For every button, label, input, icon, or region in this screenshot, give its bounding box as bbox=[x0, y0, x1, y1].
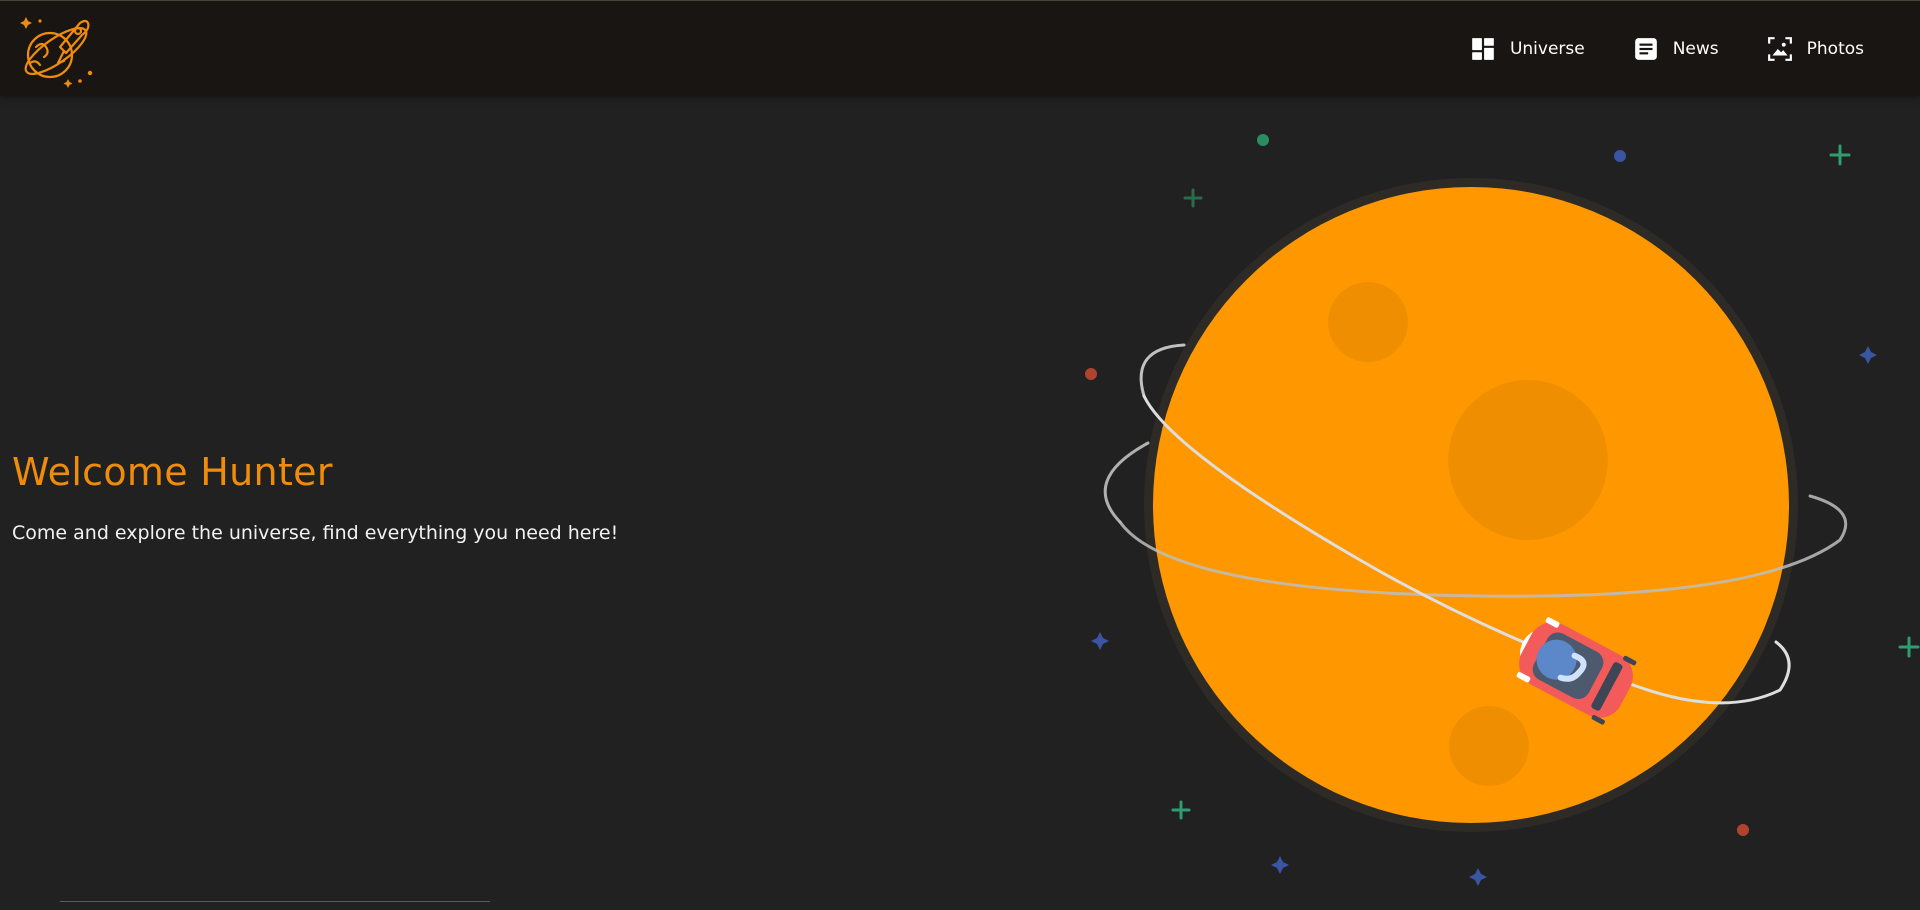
nav-item-universe-label: Universe bbox=[1509, 39, 1585, 59]
nav-item-news[interactable]: News bbox=[1633, 31, 1719, 67]
hero-title: Welcome Hunter bbox=[12, 450, 333, 494]
crater bbox=[1448, 380, 1608, 540]
nav-item-news-label: News bbox=[1672, 39, 1719, 59]
dashboard-icon bbox=[1470, 36, 1496, 62]
article-icon bbox=[1633, 36, 1659, 62]
nav-item-universe[interactable]: Universe bbox=[1470, 31, 1585, 67]
navbar: Universe News Photos bbox=[0, 0, 1920, 96]
planet-illustration bbox=[1060, 110, 1920, 906]
crater bbox=[1449, 706, 1529, 786]
nav-item-photos-label: Photos bbox=[1806, 39, 1864, 59]
hero-subtitle: Come and explore the universe, find ever… bbox=[12, 522, 619, 544]
hero-section: Welcome Hunter Come and explore the univ… bbox=[12, 450, 618, 544]
bottom-divider bbox=[60, 901, 490, 902]
rocket-planet-logo-icon[interactable] bbox=[16, 11, 96, 89]
photo-frame-icon bbox=[1767, 36, 1793, 62]
nav-item-photos[interactable]: Photos bbox=[1767, 31, 1864, 67]
nav-links: Universe News Photos bbox=[1422, 31, 1864, 67]
crater bbox=[1328, 282, 1408, 362]
